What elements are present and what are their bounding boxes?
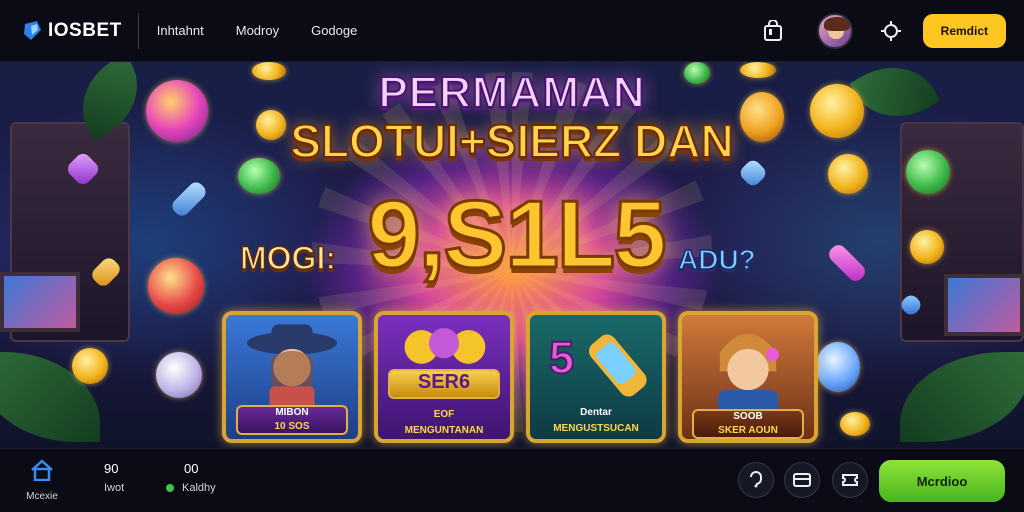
stat-label: Iwot (104, 482, 125, 494)
stat-2: 00 Kaldhy (166, 461, 216, 494)
support-icon (750, 471, 762, 488)
home-label: Mcexie (26, 491, 58, 502)
play-button[interactable]: Mcrdioo (879, 460, 1005, 502)
nav-item-3[interactable]: Godoge (311, 23, 357, 38)
rocket-icon: 5 (548, 331, 647, 397)
stat-value: 90 (104, 461, 119, 476)
hero-banner[interactable]: PERMAMAN SLOTUI+SIERZ DAN MOGI: 9,S1L5 A… (0, 62, 1024, 448)
gem-orb-icon (816, 342, 860, 392)
game-card[interactable]: SOOB SKER AOUN (678, 311, 818, 443)
card-title: SER6 (417, 371, 471, 393)
game-card[interactable]: MIBON 10 SOS (222, 311, 362, 443)
coin-icon (840, 412, 870, 436)
coin-icon (156, 352, 202, 398)
card-subtitle: 10 SOS (274, 421, 310, 432)
main-nav: Inhtahnt Modroy Godoge (157, 23, 358, 38)
bag-icon[interactable] (755, 13, 791, 49)
card-title: SOOB (733, 411, 763, 422)
card-subtitle: EOF (433, 409, 455, 420)
stat-value: 00 (184, 461, 199, 476)
header-actions: Remdict (755, 13, 1006, 49)
prize-prefix: MOGI: (239, 239, 336, 277)
avatar[interactable] (816, 13, 853, 49)
settings-icon[interactable] (873, 13, 909, 49)
home-nav[interactable]: Mcexie (20, 459, 64, 502)
stat-label-row: Kaldhy (166, 482, 216, 494)
home-icon (31, 459, 53, 482)
ticket-button[interactable] (832, 462, 868, 498)
card-subtitle: Dentar (580, 407, 612, 418)
card-title: MIBON (275, 407, 309, 418)
gem-icon (169, 179, 209, 219)
ticket-icon (842, 474, 858, 486)
header-divider (137, 12, 139, 49)
coin-icon (148, 258, 204, 314)
bottom-bar: Mcexie 90 Iwot 00 Kaldhy Mcrdioo (0, 448, 1024, 512)
left-slot-screen (0, 272, 80, 332)
brand-logo[interactable]: IOSBET (22, 20, 122, 42)
game-card[interactable]: 5 Dentar MENGUSTSUCAN (526, 311, 666, 443)
game-card[interactable]: SER6 EOF MENGUNTANAN (374, 311, 514, 443)
leaf-decoration (900, 352, 1024, 442)
card-subtitle: SKER AOUN (718, 425, 778, 436)
support-button[interactable] (738, 462, 774, 498)
online-indicator-icon (166, 484, 174, 493)
stat-label: Kaldhy (182, 482, 216, 494)
register-button[interactable]: Remdict (922, 14, 1006, 48)
coin-icon (72, 348, 108, 384)
nav-item-1[interactable]: Inhtahnt (157, 23, 204, 38)
card-footer: MENGUNTANAN (404, 425, 484, 436)
nav-item-2[interactable]: Modroy (236, 23, 279, 38)
stat-1: 90 Iwot (104, 461, 124, 494)
wallet-icon (793, 473, 811, 487)
card-footer: MENGUSTSUCAN (553, 423, 639, 434)
game-cards: MIBON 10 SOS SER6 EOF MENGUNTANAN 5 Dent… (222, 311, 818, 443)
svg-text:5: 5 (549, 332, 574, 383)
gem-icon (825, 241, 869, 285)
wallet-button[interactable] (784, 462, 820, 498)
brand-name: IOSBET (48, 19, 122, 41)
headline-line-2: SLOTUI+SIERZ DAN (289, 114, 734, 168)
logo-mark-icon (22, 20, 44, 42)
prize-suffix: ADU? (677, 243, 756, 276)
coin-icon (910, 230, 944, 264)
right-slot-screen (944, 274, 1024, 336)
prize-amount: 9,S1L5 (366, 180, 669, 290)
headline-line-1: PERMAMAN (377, 67, 646, 118)
top-bar: IOSBET Inhtahnt Modroy Godoge Remdict (0, 0, 1024, 62)
